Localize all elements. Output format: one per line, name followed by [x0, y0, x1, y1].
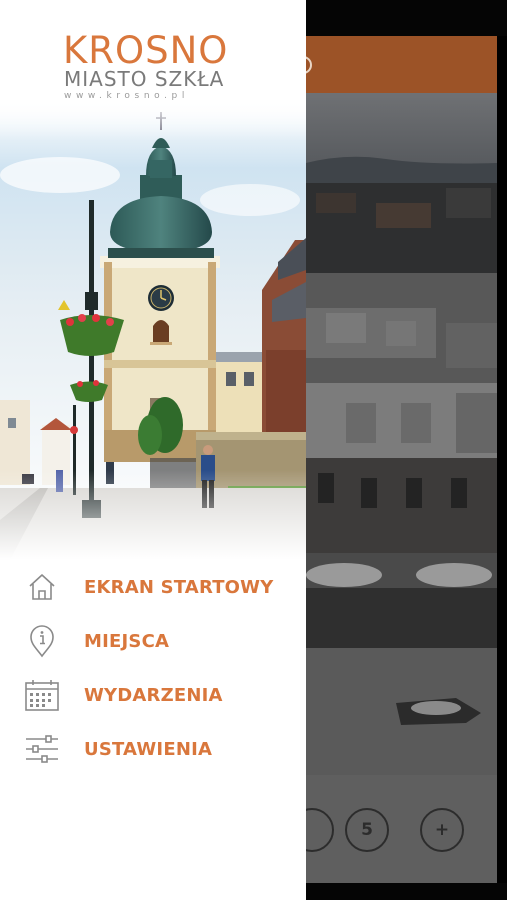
bottom-toolbar: [306, 775, 497, 883]
menu-item-ustawienia[interactable]: USTAWIENIA: [0, 724, 306, 774]
logo-subtitle: MIASTO SZKŁA: [64, 67, 225, 91]
menu-item-miejsca[interactable]: MIEJSCA: [0, 616, 306, 666]
toolbar-button-5[interactable]: 5: [345, 808, 389, 852]
home-icon: [24, 569, 60, 605]
menu-label-wydarzenia: WYDARZENIA: [84, 684, 223, 706]
town-square-aerial-photo: [306, 93, 497, 775]
info-location-icon: [24, 623, 60, 659]
menu-label-miejsca: MIEJSCA: [84, 630, 170, 652]
app-header-bar: [300, 36, 497, 93]
logo-url: www.krosno.pl: [64, 91, 189, 101]
menu-label-ekran-startowy: EKRAN STARTOWY: [84, 576, 274, 598]
menu-item-ekran-startowy[interactable]: EKRAN STARTOWY: [0, 562, 306, 612]
logo-title: KROSNO: [63, 29, 229, 72]
toolbar-add-button[interactable]: +: [420, 808, 464, 852]
menu-label-ustawienia: USTAWIENIA: [84, 738, 213, 760]
sliders-icon: [24, 731, 60, 767]
calendar-icon: [24, 677, 60, 713]
screen-edge: [497, 36, 507, 883]
menu-item-wydarzenia[interactable]: WYDARZENIA: [0, 670, 306, 720]
navigation-drawer: KROSNO MIASTO SZKŁA www.krosno.pl EKRAN …: [0, 0, 306, 900]
